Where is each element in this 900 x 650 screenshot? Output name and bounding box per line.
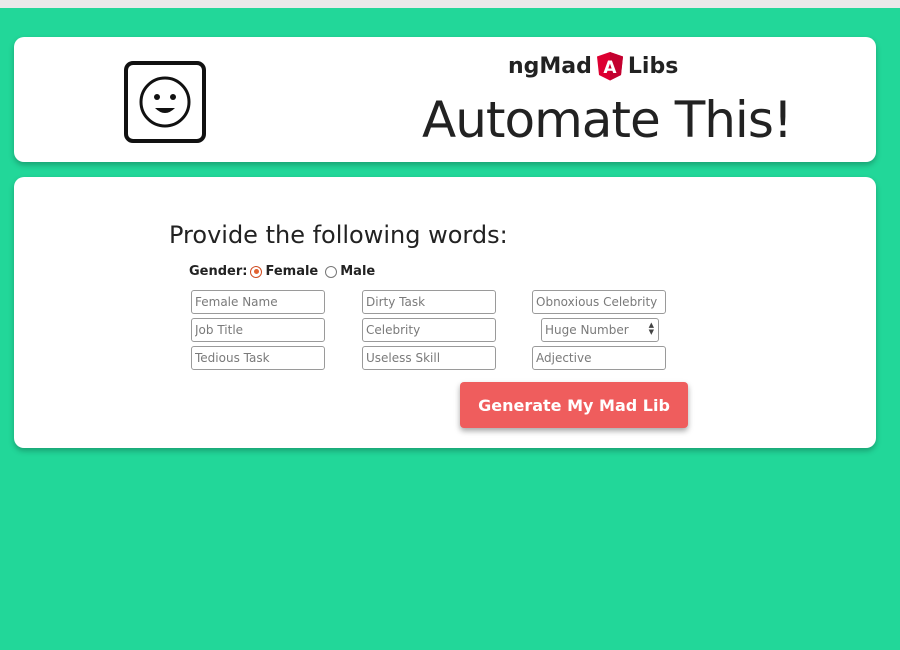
gender-female-radio[interactable]	[250, 265, 263, 278]
obnoxious-celebrity-input[interactable]	[532, 290, 666, 314]
gender-male-label[interactable]: Male	[340, 264, 375, 279]
huge-number-input[interactable]	[541, 318, 659, 342]
job-title-input[interactable]	[191, 318, 325, 342]
svg-text:A: A	[603, 58, 617, 78]
gender-male-radio[interactable]	[325, 265, 338, 278]
header-card: ngMad A Libs Automate This!	[14, 37, 876, 162]
gender-selector: Gender: Female Male	[189, 264, 379, 279]
huge-number-stepper[interactable]: ▲▼	[541, 318, 659, 342]
brand-left-text: ngMad	[508, 53, 592, 79]
brand-right-text: Libs	[627, 53, 679, 79]
dirty-task-input[interactable]	[362, 290, 496, 314]
page-title: Automate This!	[422, 91, 793, 149]
brand-logo: ngMad A Libs	[508, 51, 678, 81]
celebrity-input[interactable]	[362, 318, 496, 342]
female-name-input[interactable]	[191, 290, 325, 314]
smiley-face-icon	[124, 61, 206, 143]
form-card: Provide the following words: Gender: Fem…	[14, 177, 876, 448]
tedious-task-input[interactable]	[191, 346, 325, 370]
form-prompt: Provide the following words:	[169, 221, 508, 249]
gender-female-label[interactable]: Female	[265, 264, 318, 279]
gender-label: Gender:	[189, 264, 248, 279]
stepper-arrows-icon[interactable]: ▲ ▼	[649, 322, 654, 336]
browser-top-strip	[0, 0, 900, 8]
useless-skill-input[interactable]	[362, 346, 496, 370]
angular-shield-icon: A	[596, 51, 624, 81]
adjective-input[interactable]	[532, 346, 666, 370]
generate-mad-lib-button[interactable]: Generate My Mad Lib	[460, 382, 688, 428]
